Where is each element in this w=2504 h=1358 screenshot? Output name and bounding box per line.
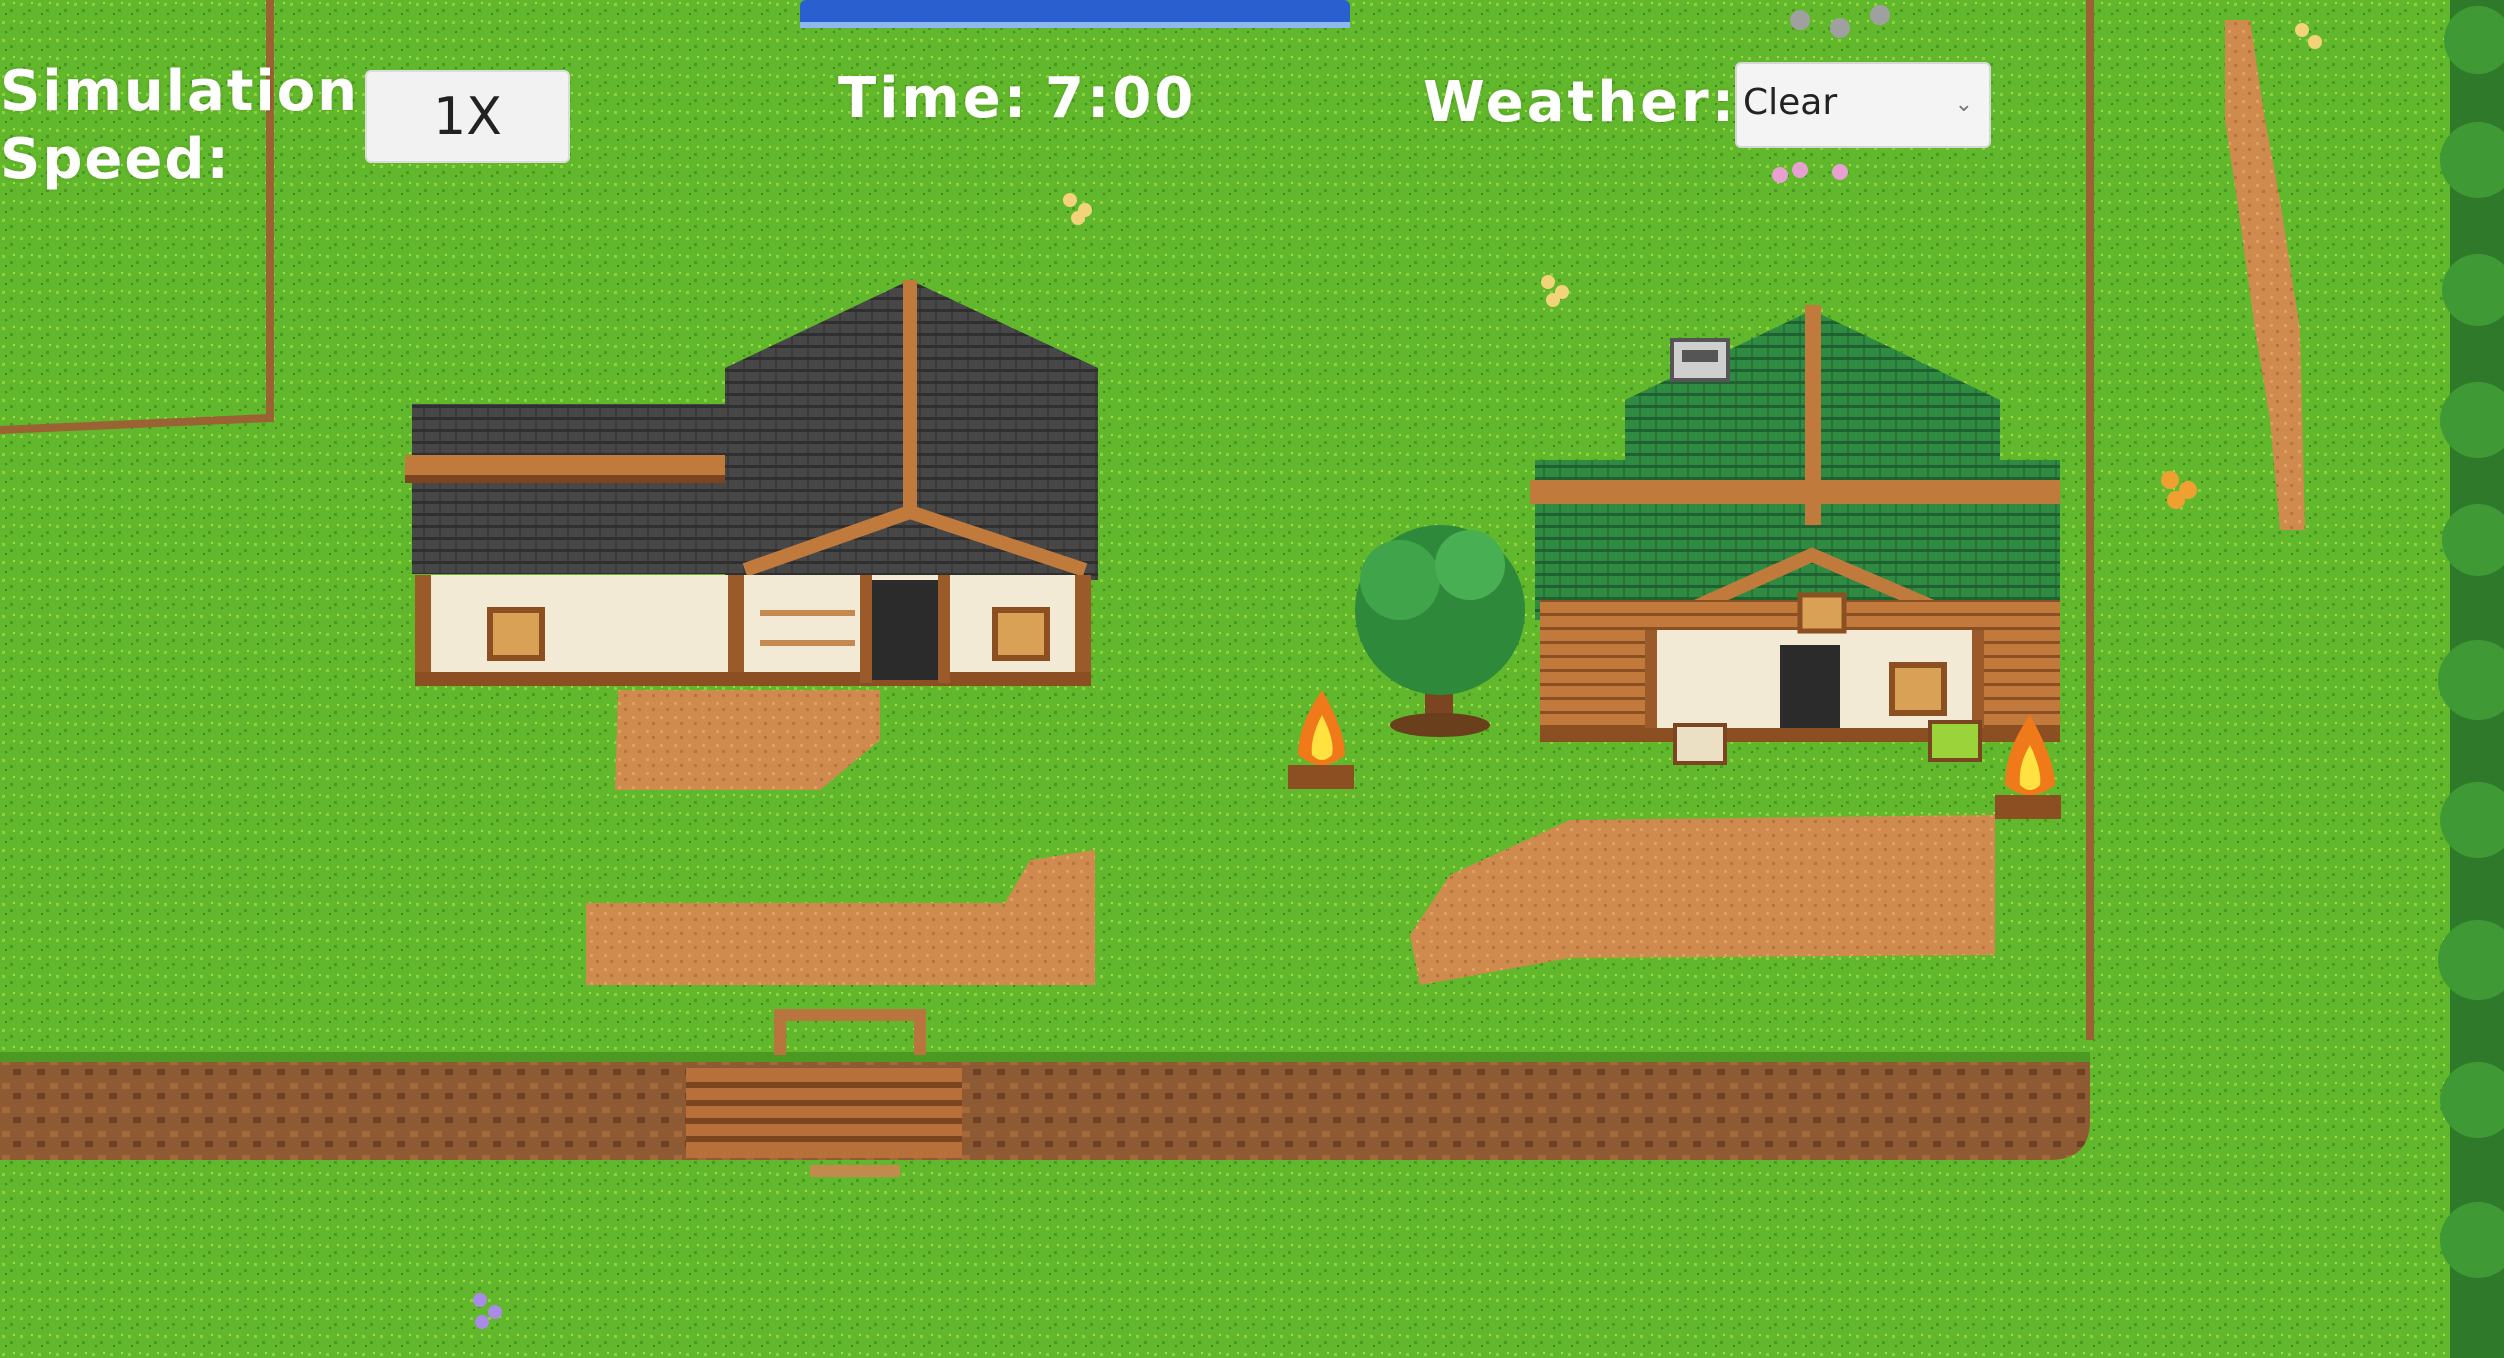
simulation-speed-button[interactable]: 1X bbox=[365, 70, 570, 163]
weather-dropdown[interactable]: Clear ⌄ bbox=[1735, 62, 1991, 148]
map-canvas bbox=[0, 0, 2504, 1358]
simulation-speed-label: Simulation Speed: bbox=[0, 59, 360, 192]
chevron-down-icon: ⌄ bbox=[1954, 92, 1973, 117]
cliff-ledge bbox=[0, 1060, 2090, 1160]
time-value: 7:00 bbox=[1045, 66, 1197, 131]
time-label: Time: bbox=[838, 66, 1030, 131]
stairs bbox=[686, 1068, 962, 1158]
game-world bbox=[0, 0, 2504, 1358]
simulation-speed-value: 1X bbox=[433, 86, 502, 147]
weather-selected-value: Clear bbox=[1743, 82, 1838, 123]
weather-label: Weather: bbox=[1423, 70, 1738, 135]
